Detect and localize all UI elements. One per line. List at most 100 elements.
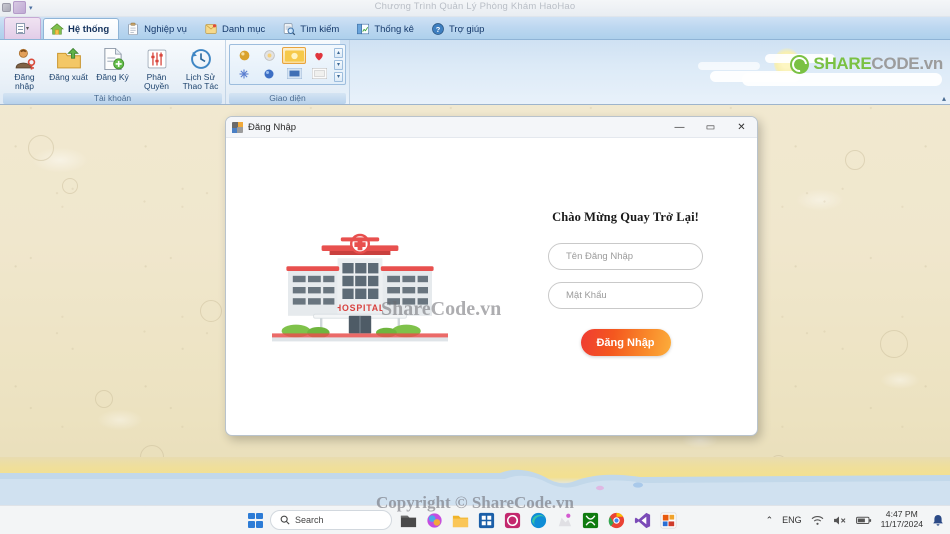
ribbon-button-dang-nhap[interactable]: Đăng nhập [3, 44, 46, 93]
history-icon [190, 49, 211, 69]
theme-swatch-gold-bar[interactable] [282, 47, 306, 64]
welcome-heading: Chào Mừng Quay Trở Lại! [552, 210, 699, 224]
ribbon-button-lich-su-thao-tac[interactable]: Lịch Sử Thao Tác [179, 44, 222, 93]
store-icon[interactable] [477, 511, 496, 530]
wifi-icon[interactable] [811, 515, 824, 526]
username-input[interactable] [566, 251, 698, 262]
white-frame-icon [311, 68, 327, 79]
notes-icon [205, 24, 217, 34]
tab-nghiep-vu[interactable]: Nghiệp vụ [119, 18, 197, 39]
file-menu-button[interactable]: ▾ [4, 17, 41, 39]
edge-icon[interactable] [529, 511, 548, 530]
login-form: Chào Mừng Quay Trở Lại! Đăng Nhập [494, 138, 757, 435]
ribbon-button-label: Đăng Ký [96, 72, 129, 82]
gold-bar-icon [284, 49, 304, 62]
gallery-scroll-up[interactable]: ▴ [334, 47, 343, 58]
ribbon-collapse-button[interactable]: ▴ [942, 94, 946, 103]
ribbon-button-label: Phân Quyền [143, 72, 170, 91]
bell-icon[interactable] [932, 514, 944, 527]
cloud-shape [710, 71, 800, 82]
folder-icon[interactable] [451, 511, 470, 530]
clipboard-icon [128, 22, 138, 36]
chart-book-icon [357, 23, 370, 35]
gallery-scrollbar[interactable]: ▴ ▾ ▾ [334, 47, 343, 82]
file-explorer-icon[interactable] [399, 511, 418, 530]
ribbon-tab-strip: ▾ Hệ thống Nghiệp vụ Danh mục Tìm kiếm T… [0, 17, 950, 40]
maximize-button[interactable]: ▭ [695, 117, 726, 138]
hospital-building-icon: HOSPITAL [272, 233, 448, 342]
ribbon-button-dang-xuat[interactable]: Đăng xuất [47, 44, 90, 84]
blue-sphere-icon [264, 69, 274, 78]
copilot-icon[interactable] [425, 511, 444, 530]
visual-studio-icon[interactable] [633, 511, 652, 530]
access-icon[interactable] [503, 511, 522, 530]
theme-swatch-red-heart[interactable] [307, 47, 331, 64]
theme-gallery[interactable]: ▴ ▾ ▾ [229, 44, 346, 85]
gallery-scroll-more[interactable]: ▾ [334, 71, 343, 82]
sketch-icon[interactable] [555, 511, 574, 530]
theme-swatch-white-frame[interactable] [307, 65, 331, 82]
theme-swatch-blue-square[interactable] [282, 65, 306, 82]
help-icon: ? [432, 23, 444, 35]
close-button[interactable]: ✕ [726, 117, 757, 138]
ribbon-button-label: Đăng nhập [14, 72, 35, 91]
theme-swatch-blue-snow[interactable] [232, 65, 256, 82]
theme-swatch-amber-sphere[interactable] [232, 47, 256, 64]
grey-flower-icon [263, 50, 275, 61]
theme-swatch-grey-flower[interactable] [257, 47, 281, 64]
sharecode-wordmark: SHARECODE.vn [813, 54, 943, 74]
wallpaper-ring [845, 150, 865, 170]
dialog-titlebar[interactable]: Đăng Nhập — ▭ ✕ [226, 117, 757, 138]
tab-tim-kiem[interactable]: Tìm kiếm [275, 18, 349, 39]
tab-he-thong[interactable]: Hệ thống [43, 18, 120, 39]
taskbar-clock[interactable]: 4:47 PM 11/17/2024 [881, 510, 923, 529]
xbox-icon[interactable] [581, 511, 600, 530]
amber-sphere-icon [239, 50, 249, 61]
minimize-button[interactable]: — [664, 117, 695, 138]
start-tile [248, 512, 255, 520]
login-submit-button[interactable]: Đăng Nhập [580, 329, 671, 356]
sharecode-logo-icon [790, 54, 810, 74]
ribbon-group-label: Tài khoản [3, 93, 222, 104]
volume-muted-icon[interactable] [833, 515, 847, 526]
wallpaper-ring [95, 390, 113, 408]
tab-tro-giup[interactable]: ? Trợ giúp [424, 18, 494, 39]
brand-part-a: SHARE [813, 54, 872, 73]
dialog-title: Đăng Nhập [248, 121, 297, 133]
ribbon-button-phan-quyen[interactable]: Phân Quyền [135, 44, 178, 93]
taskbar: Copyright © ShareCode.vn Search ⌃ ENG 4:… [0, 493, 950, 534]
office-icon[interactable] [659, 511, 678, 530]
battery-icon[interactable] [855, 515, 872, 526]
taskbar-items: Search [248, 510, 678, 530]
tab-thong-ke[interactable]: Thống kê [349, 18, 424, 39]
permissions-icon [147, 49, 166, 69]
tray-chevron-icon[interactable]: ⌃ [766, 515, 774, 526]
start-tile [256, 520, 263, 528]
dialog-window-controls: — ▭ ✕ [664, 117, 757, 138]
gallery-scroll-down[interactable]: ▾ [334, 59, 343, 70]
taskbar-search[interactable]: Search [270, 510, 392, 530]
password-field[interactable] [548, 282, 703, 309]
ribbon-button-dang-ky[interactable]: Đăng Ký [91, 44, 134, 84]
tab-danh-muc[interactable]: Danh mục [197, 18, 275, 39]
tab-label: Trợ giúp [448, 23, 485, 35]
login-dialog: Đăng Nhập — ▭ ✕ HOSPITAL Chào Mừng Quay … [225, 116, 758, 436]
brand-part-b: CODE.vn [871, 54, 943, 73]
system-tray: ⌃ ENG 4:47 PM 11/17/2024 [766, 510, 944, 529]
start-tile [256, 512, 263, 520]
theme-swatch-blue-sphere[interactable] [257, 65, 281, 82]
password-input[interactable] [566, 290, 698, 301]
folder-out-icon [56, 47, 81, 69]
tray-language[interactable]: ENG [782, 515, 802, 525]
home-icon [50, 23, 64, 35]
ribbon-button-label: Lịch Sử Thao Tác [182, 72, 219, 91]
chrome-icon[interactable] [607, 511, 626, 530]
ribbon-button-label: Đăng xuất [49, 72, 88, 82]
sharecode-brand: SHARECODE.vn [790, 54, 943, 74]
username-field[interactable] [548, 243, 703, 270]
tab-label: Thống kê [374, 23, 414, 35]
tab-label: Nghiệp vụ [144, 23, 187, 35]
windows-start-icon[interactable] [248, 512, 263, 528]
ribbon-group-items: Đăng nhập Đăng xuất Đăng Ký Phân Quyền L… [3, 42, 222, 93]
clock-date: 11/17/2024 [880, 519, 923, 529]
